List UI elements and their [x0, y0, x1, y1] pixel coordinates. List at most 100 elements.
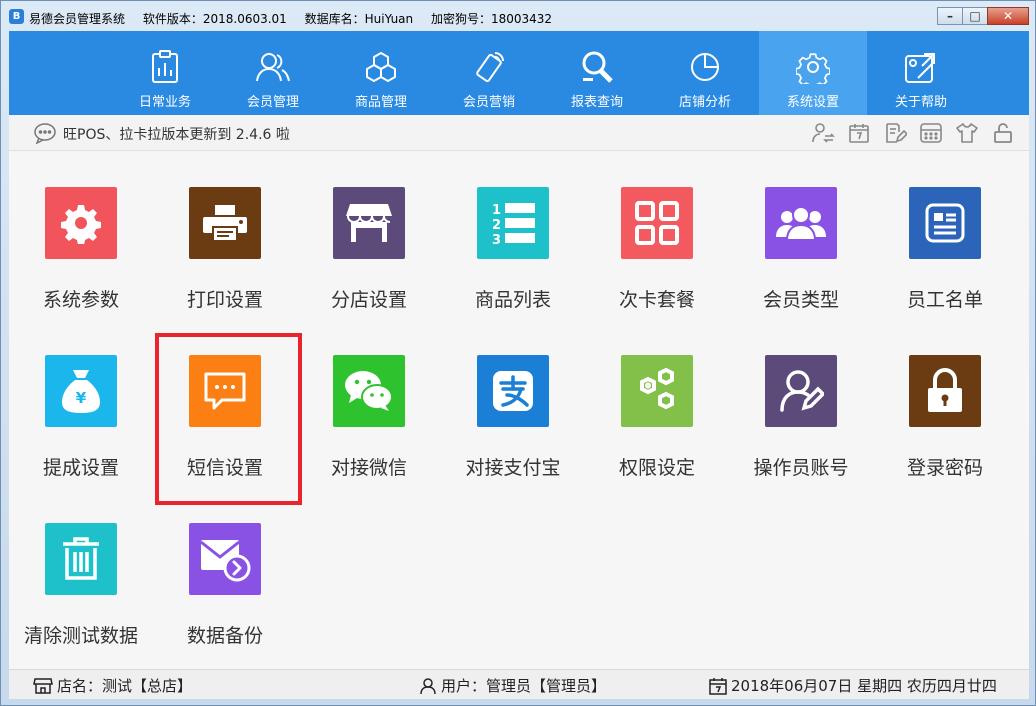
- padlock-icon: [909, 355, 981, 427]
- notes-edit-icon[interactable]: [877, 120, 913, 146]
- main-nav: 日常业务 会员管理 商品管理 会员营销 报表查询 店铺分析 系统设置 关于帮助: [9, 31, 1029, 115]
- app-name: 易德会员管理系统: [29, 12, 126, 26]
- printer-icon: [189, 187, 261, 259]
- tile-product-list[interactable]: 123 商品列表: [441, 187, 585, 337]
- clipboard-chart-icon: [145, 47, 185, 87]
- info-bar: 旺POS、拉卡拉版本更新到 2.4.6 啦: [9, 115, 1029, 151]
- nav-label: 店铺分析: [678, 95, 731, 110]
- nav-label: 会员营销: [462, 95, 515, 110]
- pie-chart-icon: [685, 47, 725, 87]
- nav-member-management[interactable]: 会员管理: [219, 31, 327, 115]
- maximize-button[interactable]: □: [962, 7, 988, 25]
- store-name: 店名：测试【总店】: [57, 677, 193, 695]
- calculator-icon[interactable]: [913, 120, 949, 146]
- tile-clear-test-data[interactable]: 清除测试数据: [9, 523, 153, 673]
- phone-marketing-icon: [469, 47, 509, 87]
- svg-text:¥: ¥: [76, 389, 87, 407]
- nav-daily-business[interactable]: 日常业务: [111, 31, 219, 115]
- svg-text:1: 1: [492, 203, 501, 218]
- status-bar: 店名：测试【总店】 用户：管理员【管理员】 2018年06月07日 星期四 农历…: [9, 669, 1029, 699]
- app-logo-icon: B: [9, 9, 24, 24]
- help-icon: [901, 47, 941, 87]
- group-icon: [765, 187, 837, 259]
- tile-member-types[interactable]: 会员类型: [729, 187, 873, 337]
- tile-label: 清除测试数据: [23, 625, 138, 647]
- tshirt-icon[interactable]: [949, 120, 985, 146]
- tile-label: 操作员账号: [753, 457, 849, 479]
- nav-label: 报表查询: [570, 95, 623, 110]
- nav-label: 商品管理: [354, 95, 407, 110]
- wechat-icon: [333, 355, 405, 427]
- numbered-list-icon: 123: [477, 187, 549, 259]
- minimize-button[interactable]: –: [937, 7, 963, 25]
- tile-alipay-integration[interactable]: 对接支付宝: [441, 355, 585, 505]
- mail-backup-icon: [189, 523, 261, 595]
- nav-report-query[interactable]: 报表查询: [543, 31, 651, 115]
- close-button[interactable]: ✕: [987, 7, 1029, 25]
- current-date: 2018年06月07日 星期四 农历四月廿四: [731, 677, 997, 695]
- tile-branch-settings[interactable]: 分店设置: [297, 187, 441, 337]
- grid-icon: [621, 187, 693, 259]
- nav-store-analysis[interactable]: 店铺分析: [651, 31, 759, 115]
- status-store: 店名：测试【总店】: [33, 675, 192, 696]
- nav-member-marketing[interactable]: 会员营销: [435, 31, 543, 115]
- tile-label: 对接微信: [330, 457, 407, 479]
- user-switch-icon[interactable]: [805, 120, 841, 146]
- trash-icon: [45, 523, 117, 595]
- alipay-icon: [477, 355, 549, 427]
- cubes-icon: [361, 47, 401, 87]
- tile-label: 对接支付宝: [465, 457, 561, 479]
- nav-product-management[interactable]: 商品管理: [327, 31, 435, 115]
- tile-sms-settings[interactable]: 短信设置: [153, 355, 297, 505]
- lock-icon[interactable]: [985, 120, 1021, 146]
- members-icon: [253, 47, 293, 87]
- svg-text:3: 3: [492, 233, 501, 245]
- tile-print-settings[interactable]: 打印设置: [153, 187, 297, 337]
- gear-icon: [793, 47, 833, 87]
- settings-panel: 系统参数 打印设置 分店设置 123 商品列表 次卡套餐 会员类型 员工名单 ¥…: [9, 151, 1029, 669]
- tile-permissions[interactable]: 权限设定: [585, 355, 729, 505]
- app-window: B 易德会员管理系统 软件版本：2018.0603.01 数据库名：HuiYua…: [0, 0, 1036, 706]
- tile-wechat-integration[interactable]: 对接微信: [297, 355, 441, 505]
- status-date: 2018年06月07日 星期四 农历四月廿四: [709, 675, 997, 696]
- tile-operator-accounts[interactable]: 操作员账号: [729, 355, 873, 505]
- search-report-icon: [577, 47, 617, 87]
- status-user: 用户：管理员【管理员】: [419, 675, 606, 696]
- tile-data-backup[interactable]: 数据备份: [153, 523, 297, 673]
- nav-about-help[interactable]: 关于帮助: [867, 31, 975, 115]
- tile-login-password[interactable]: 登录密码: [873, 355, 1017, 505]
- chat-bubble-icon: [33, 122, 57, 145]
- gear-icon: [45, 187, 117, 259]
- tile-label: 商品列表: [474, 289, 551, 311]
- tile-card-packages[interactable]: 次卡套餐: [585, 187, 729, 337]
- user-icon: [420, 677, 436, 694]
- calendar-icon[interactable]: [841, 120, 877, 146]
- id-card-icon: [909, 187, 981, 259]
- store-icon: [333, 187, 405, 259]
- dongle-number: 加密狗号：18003432: [430, 12, 553, 26]
- user-edit-icon: [765, 355, 837, 427]
- tile-label: 次卡套餐: [618, 289, 695, 311]
- tile-label: 提成设置: [42, 457, 119, 479]
- maximize-icon: □: [969, 9, 981, 23]
- database-name: 数据库名：HuiYuan: [304, 12, 414, 26]
- tile-label: 登录密码: [906, 457, 983, 479]
- svg-text:2: 2: [492, 218, 501, 233]
- tile-label: 会员类型: [762, 289, 839, 311]
- tile-label: 系统参数: [42, 289, 119, 311]
- tile-system-parameters[interactable]: 系统参数: [9, 187, 153, 337]
- cogs-icon: [621, 355, 693, 427]
- software-version: 软件版本：2018.0603.01: [142, 12, 287, 26]
- tile-label: 数据备份: [186, 625, 263, 647]
- nav-label: 关于帮助: [894, 95, 947, 110]
- tile-label: 员工名单: [906, 289, 983, 311]
- tile-staff-list[interactable]: 员工名单: [873, 187, 1017, 337]
- update-notice[interactable]: 旺POS、拉卡拉版本更新到 2.4.6 啦: [63, 124, 290, 144]
- nav-label: 日常业务: [138, 95, 191, 110]
- nav-system-settings[interactable]: 系统设置: [759, 31, 867, 115]
- tile-commission-settings[interactable]: ¥ 提成设置: [9, 355, 153, 505]
- tile-label: 短信设置: [186, 457, 263, 479]
- close-icon: ✕: [1002, 9, 1014, 23]
- tile-label: 分店设置: [330, 289, 407, 311]
- title-text: 易德会员管理系统 软件版本：2018.0603.01 数据库名：HuiYuan …: [29, 10, 566, 27]
